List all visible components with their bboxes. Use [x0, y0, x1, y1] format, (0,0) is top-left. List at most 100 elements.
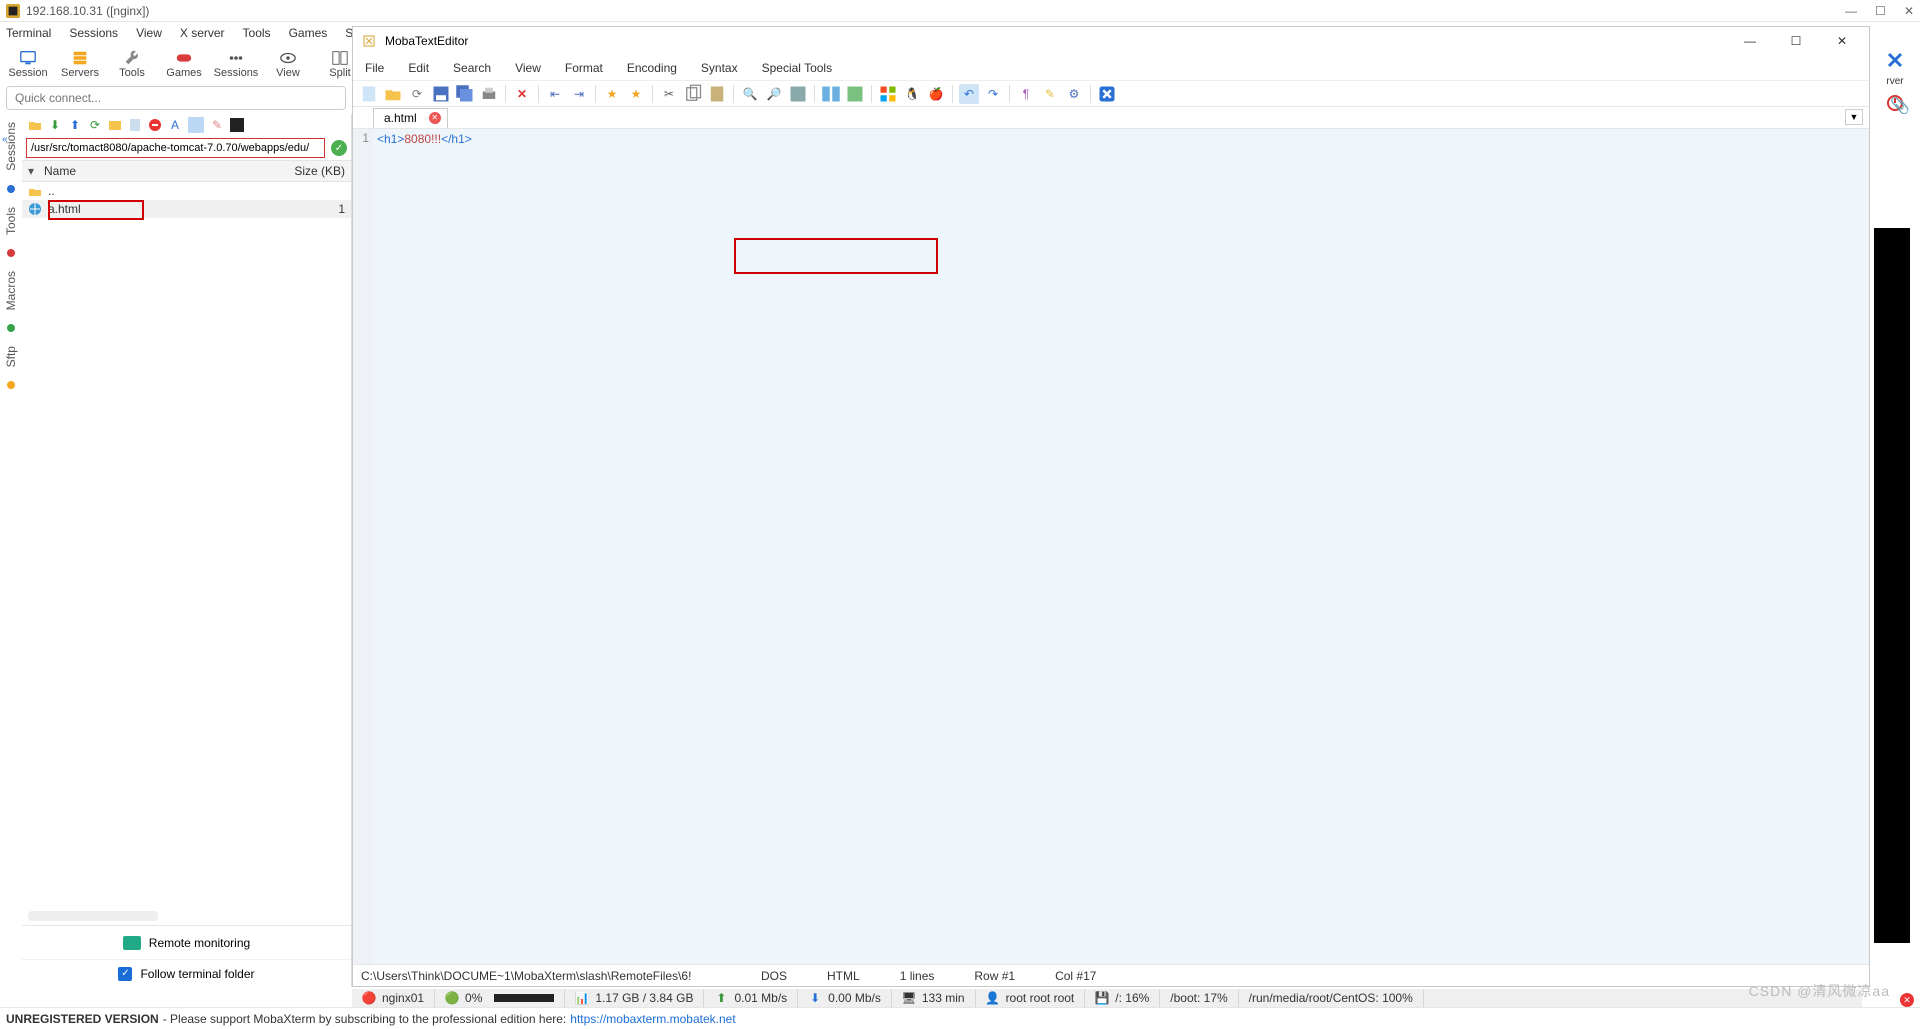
menu-tools[interactable]: Tools — [243, 26, 271, 40]
tool-servers[interactable]: Servers — [54, 44, 106, 84]
fullscreen-icon[interactable] — [788, 84, 808, 104]
status-uptime[interactable]: 🖥133 min — [892, 989, 976, 1007]
statusbar-close-icon[interactable]: ✕ — [1900, 993, 1914, 1007]
menu-xserver[interactable]: X server — [180, 26, 225, 40]
horizontal-scrollbar[interactable] — [28, 911, 158, 921]
maximize-icon[interactable]: ☐ — [1875, 4, 1886, 18]
bookmark-next-icon[interactable]: ★ — [626, 84, 646, 104]
tool-session[interactable]: Session — [2, 44, 54, 84]
tool-tools[interactable]: Tools — [106, 44, 158, 84]
emenu-view[interactable]: View — [515, 61, 541, 75]
copy-icon[interactable] — [683, 84, 703, 104]
remote-monitoring-button[interactable]: Remote monitoring — [22, 925, 351, 959]
highlight-icon[interactable]: ✎ — [1040, 84, 1060, 104]
minimize-icon[interactable]: — — [1845, 4, 1857, 18]
properties-icon[interactable] — [188, 117, 204, 133]
col-size[interactable]: Size (KB) — [275, 164, 345, 178]
cut-icon[interactable]: ✂ — [659, 84, 679, 104]
checkbox-checked-icon[interactable]: ✓ — [118, 967, 132, 981]
menu-terminal[interactable]: Terminal — [6, 26, 51, 40]
code-area[interactable]: <h1>8080!!!</h1> — [373, 129, 1869, 964]
download-icon[interactable]: ⬇ — [48, 118, 62, 132]
editor-maximize-icon[interactable]: ☐ — [1777, 30, 1815, 52]
vtab-tools[interactable]: Tools — [4, 207, 18, 235]
terminal-icon[interactable] — [230, 118, 244, 132]
status-disk3[interactable]: /run/media/root/CentOS: 100% — [1239, 989, 1424, 1007]
delete-icon[interactable] — [148, 118, 162, 132]
stop-icon[interactable] — [1097, 84, 1117, 104]
redo-icon[interactable]: ↷ — [983, 84, 1003, 104]
status-disk[interactable]: 💾/: 16% — [1085, 989, 1160, 1007]
folder-open-icon[interactable] — [28, 118, 42, 132]
editor-titlebar[interactable]: MobaTextEditor — ☐ ✕ — [353, 27, 1869, 55]
print-icon[interactable] — [479, 84, 499, 104]
zoom-in-icon[interactable]: 🔍 — [740, 84, 760, 104]
emenu-encoding[interactable]: Encoding — [627, 61, 677, 75]
quick-connect-input[interactable] — [6, 86, 346, 110]
emenu-edit[interactable]: Edit — [408, 61, 429, 75]
editor-tab[interactable]: a.html ✕ — [373, 108, 448, 128]
save-all-icon[interactable] — [455, 84, 475, 104]
diff-icon[interactable] — [845, 84, 865, 104]
outdent-icon[interactable]: ⇤ — [545, 84, 565, 104]
menu-sessions[interactable]: Sessions — [69, 26, 118, 40]
new-file-icon[interactable] — [359, 84, 379, 104]
windows-icon[interactable] — [878, 84, 898, 104]
vtab-macros[interactable]: Macros — [4, 271, 18, 310]
undo-icon[interactable]: ↶ — [959, 84, 979, 104]
status-disk2[interactable]: /boot: 17% — [1160, 989, 1238, 1007]
status-down[interactable]: ⬇0.00 Mb/s — [798, 989, 892, 1007]
save-icon[interactable] — [431, 84, 451, 104]
col-name[interactable]: Name — [44, 164, 275, 178]
status-mem[interactable]: 📊1.17 GB / 3.84 GB — [565, 989, 704, 1007]
emenu-file[interactable]: File — [365, 61, 384, 75]
close-file-icon[interactable]: ✕ — [512, 84, 532, 104]
status-up[interactable]: ⬆0.01 Mb/s — [704, 989, 798, 1007]
menu-view[interactable]: View — [136, 26, 162, 40]
editor-close-icon[interactable]: ✕ — [1823, 30, 1861, 52]
rename-icon[interactable]: A — [168, 118, 182, 132]
file-row-parent[interactable]: .. — [22, 182, 351, 200]
linux-icon[interactable]: 🐧 — [902, 84, 922, 104]
status-user[interactable]: 👤root root root — [976, 989, 1086, 1007]
new-file-icon[interactable] — [128, 118, 142, 132]
tool-view[interactable]: View — [262, 44, 314, 84]
file-row[interactable]: a.html 1 — [22, 200, 351, 218]
tab-close-icon[interactable]: ✕ — [429, 112, 441, 124]
vtab-sftp[interactable]: Sftp — [4, 346, 18, 367]
zoom-out-icon[interactable]: 🔎 — [764, 84, 784, 104]
new-folder-icon[interactable] — [108, 118, 122, 132]
footer-link[interactable]: https://mobaxterm.mobatek.net — [570, 1012, 735, 1026]
tool-games[interactable]: Games — [158, 44, 210, 84]
menu-games[interactable]: Games — [289, 26, 328, 40]
emenu-special[interactable]: Special Tools — [762, 61, 833, 75]
paste-icon[interactable] — [707, 84, 727, 104]
open-file-icon[interactable] — [383, 84, 403, 104]
pilcrow-icon[interactable]: ¶ — [1016, 84, 1036, 104]
emenu-search[interactable]: Search — [453, 61, 491, 75]
xserver-icon[interactable] — [1885, 50, 1905, 70]
tool-sessions[interactable]: Sessions — [210, 44, 262, 84]
editor-minimize-icon[interactable]: — — [1731, 30, 1769, 52]
bookmark-icon[interactable]: ★ — [602, 84, 622, 104]
follow-terminal-row[interactable]: ✓ Follow terminal folder — [22, 959, 351, 987]
apple-icon[interactable]: 🍎 — [926, 84, 946, 104]
status-session[interactable]: 🔴nginx01 — [352, 989, 435, 1007]
close-icon[interactable]: ✕ — [1904, 4, 1914, 18]
sftp-path-input[interactable] — [26, 138, 325, 158]
vtab-sessions[interactable]: Sessions — [4, 122, 18, 171]
status-cpu[interactable]: 🟢0% — [435, 989, 565, 1007]
upload-icon[interactable]: ⬆ — [68, 118, 82, 132]
settings-icon[interactable]: ⚙ — [1064, 84, 1084, 104]
compare-icon[interactable] — [821, 84, 841, 104]
reload-icon[interactable]: ⟳ — [407, 84, 427, 104]
editor-body[interactable]: 1 <h1>8080!!!</h1> — [353, 129, 1869, 964]
indent-icon[interactable]: ⇥ — [569, 84, 589, 104]
tab-dropdown-icon[interactable]: ▼ — [1845, 109, 1863, 125]
emenu-format[interactable]: Format — [565, 61, 603, 75]
chevron-down-icon[interactable]: ▾ — [28, 164, 40, 178]
edit-icon[interactable]: ✎ — [210, 118, 224, 132]
refresh-icon[interactable]: ⟳ — [88, 118, 102, 132]
paperclip-icon[interactable]: 📎 — [1890, 96, 1910, 116]
emenu-syntax[interactable]: Syntax — [701, 61, 738, 75]
